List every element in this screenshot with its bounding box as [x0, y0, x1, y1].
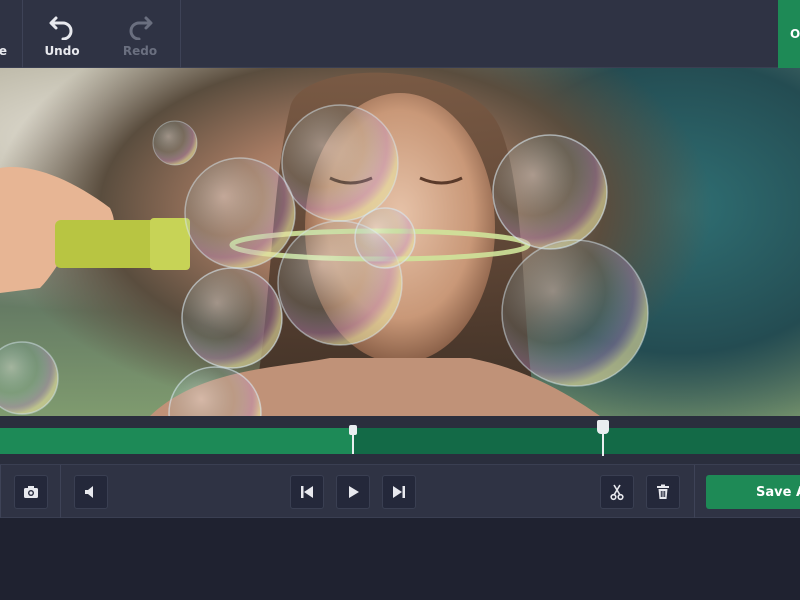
- next-frame-button[interactable]: [382, 475, 416, 509]
- timeline[interactable]: [0, 416, 800, 464]
- restore-label: re: [0, 44, 8, 58]
- timeline-track[interactable]: [0, 428, 800, 454]
- save-as-label: Save As: [756, 484, 800, 500]
- restore-button[interactable]: re: [0, 0, 20, 68]
- video-editor-window: re Undo Redo Op: [0, 0, 800, 600]
- volume-button[interactable]: [74, 475, 108, 509]
- delete-button[interactable]: [646, 475, 680, 509]
- speaker-icon: [85, 486, 93, 498]
- snapshot-button[interactable]: [14, 475, 48, 509]
- undo-button[interactable]: Undo: [24, 0, 100, 68]
- play-button[interactable]: [336, 475, 370, 509]
- open-button[interactable]: Op: [778, 0, 800, 68]
- undo-icon: [49, 16, 73, 40]
- trim-handle-grip[interactable]: [349, 425, 357, 435]
- play-icon: [349, 486, 359, 498]
- controls-divider: [60, 465, 61, 519]
- redo-label: Redo: [122, 44, 158, 58]
- video-frame-image: [0, 72, 649, 416]
- top-toolbar: re Undo Redo Op: [0, 0, 800, 68]
- skip-forward-icon: [393, 486, 405, 498]
- scissors-icon: [610, 484, 624, 501]
- camera-icon: [24, 486, 38, 498]
- toolbar-divider: [22, 0, 23, 68]
- bottom-panel: [0, 518, 800, 600]
- trim-handle[interactable]: [349, 425, 357, 454]
- selected-range: [0, 428, 352, 454]
- toolbar-divider: [180, 0, 181, 68]
- trash-icon: [657, 484, 669, 499]
- playhead-grip[interactable]: [596, 420, 609, 434]
- cut-button[interactable]: [600, 475, 634, 509]
- open-label: Op: [790, 27, 800, 41]
- video-preview[interactable]: [0, 68, 800, 416]
- save-as-button[interactable]: Save As: [706, 475, 800, 509]
- redo-button[interactable]: Redo: [102, 0, 178, 68]
- playhead[interactable]: [596, 420, 609, 456]
- controls-divider: [694, 465, 695, 519]
- skip-back-icon: [301, 486, 313, 498]
- playback-controls: Save As: [0, 464, 800, 519]
- previous-frame-button[interactable]: [290, 475, 324, 509]
- undo-label: Undo: [44, 44, 80, 58]
- controls-divider: [0, 465, 1, 519]
- redo-icon: [129, 16, 153, 40]
